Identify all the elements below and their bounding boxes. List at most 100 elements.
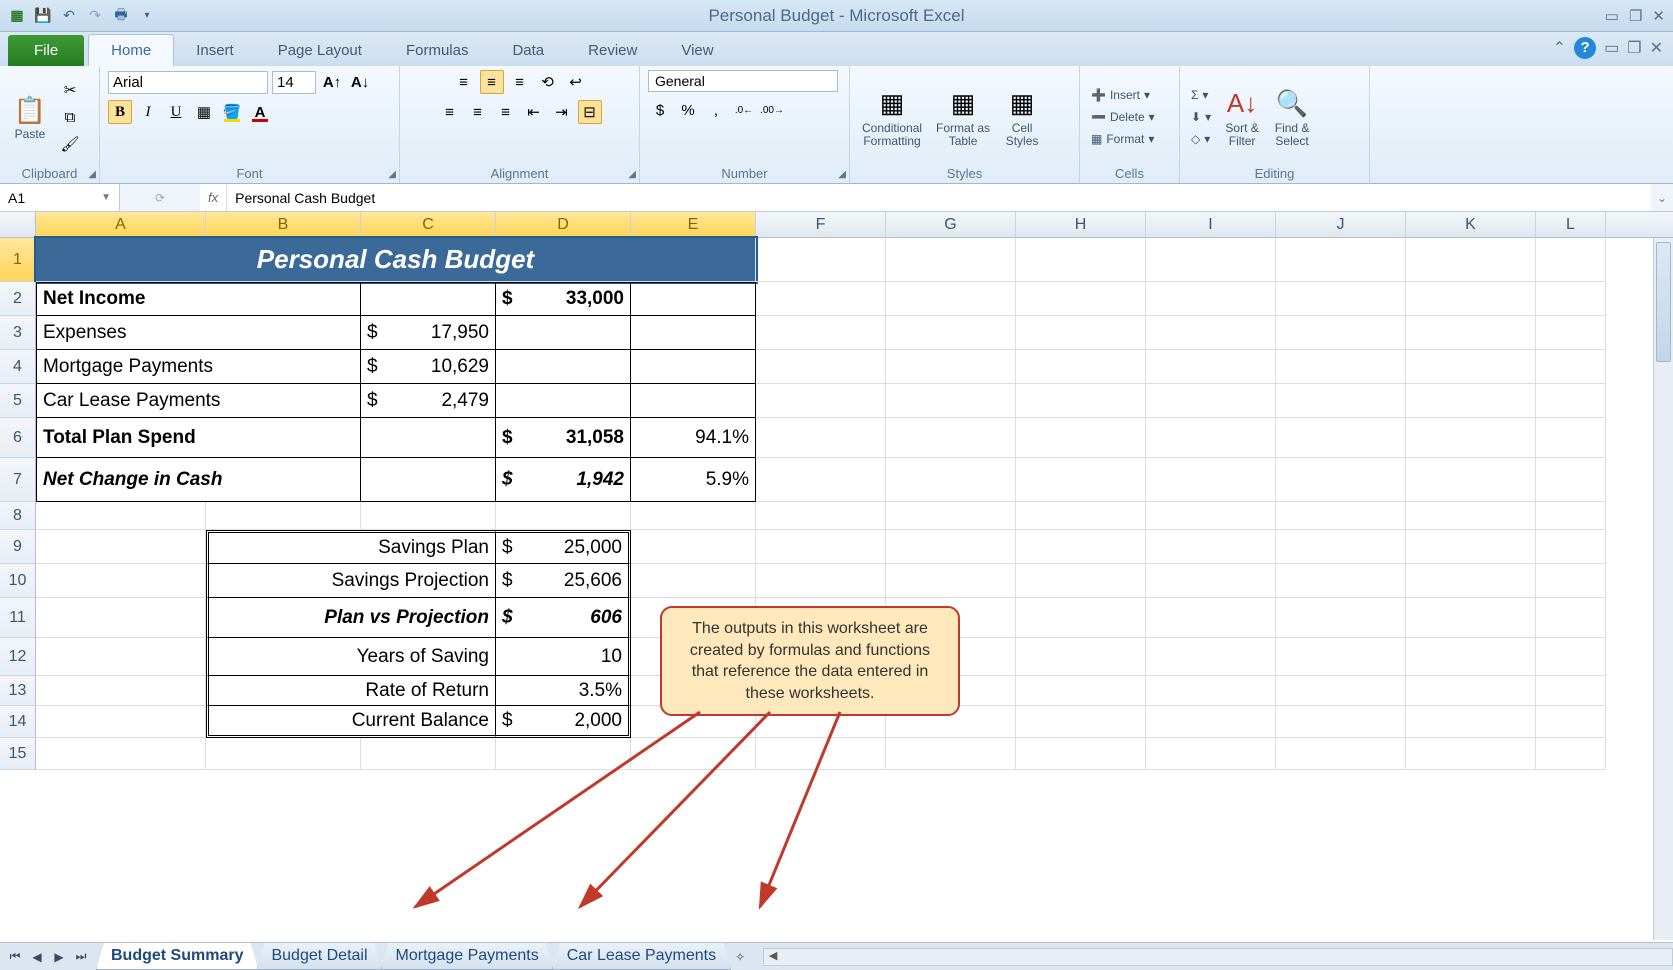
horizontal-scrollbar[interactable]: ◀ (763, 948, 1673, 966)
cell[interactable] (1536, 738, 1606, 770)
cell[interactable] (1406, 418, 1536, 458)
cell[interactable]: Savings Projection (206, 564, 496, 598)
cell[interactable] (496, 384, 631, 418)
align-center-icon[interactable]: ≡ (466, 100, 490, 124)
cell[interactable] (1276, 530, 1406, 564)
grow-font-icon[interactable]: A↑ (320, 70, 344, 94)
cell[interactable]: $31,058 (496, 418, 631, 458)
sheet-tab-budget-summary[interactable]: Budget Summary (96, 943, 258, 970)
cell[interactable]: $33,000 (496, 282, 631, 316)
cell[interactable] (36, 502, 206, 530)
namebox-dropdown-icon[interactable]: ▼ (101, 192, 111, 203)
row-header-5[interactable]: 5 (0, 384, 36, 418)
cell[interactable]: $25,606 (496, 564, 631, 598)
cell[interactable]: 5.9% (631, 458, 756, 502)
worksheet-grid[interactable]: ABCDEFGHIJKL 1Personal Cash Budget2Net I… (0, 212, 1673, 940)
cell[interactable] (1406, 502, 1536, 530)
row-header-15[interactable]: 15 (0, 738, 36, 770)
row-header-8[interactable]: 8 (0, 502, 36, 530)
clear-button[interactable]: ◇▾ (1188, 131, 1214, 147)
cell[interactable] (1016, 598, 1146, 638)
minimize-button[interactable]: ▭ (1603, 7, 1621, 25)
cell[interactable] (1276, 598, 1406, 638)
cell[interactable]: Savings Plan (206, 530, 496, 564)
cell[interactable] (756, 384, 886, 418)
autosum-button[interactable]: Σ▾ (1188, 87, 1214, 103)
delete-cells-button[interactable]: ➖Delete ▾ (1088, 109, 1158, 125)
col-header-E[interactable]: E (631, 212, 756, 237)
row-header-12[interactable]: 12 (0, 638, 36, 676)
clipboard-launcher-icon[interactable]: ◢ (88, 169, 96, 180)
cell[interactable] (1406, 638, 1536, 676)
window-restore-icon[interactable]: ❐ (1627, 38, 1641, 58)
row-header-6[interactable]: 6 (0, 418, 36, 458)
cell[interactable] (886, 350, 1016, 384)
cell[interactable] (36, 638, 206, 676)
cell[interactable] (1406, 350, 1536, 384)
cell[interactable] (36, 738, 206, 770)
cell[interactable]: $1,942 (496, 458, 631, 502)
cell[interactable]: $10,629 (361, 350, 496, 384)
cell[interactable] (886, 418, 1016, 458)
cell[interactable] (1536, 418, 1606, 458)
cell[interactable] (1536, 282, 1606, 316)
italic-button[interactable]: I (136, 100, 160, 124)
cell[interactable] (1276, 350, 1406, 384)
cell[interactable] (361, 282, 496, 316)
copy-icon[interactable]: ⧉ (58, 105, 82, 129)
help-icon[interactable]: ? (1574, 37, 1596, 59)
cell[interactable]: Net Income (36, 282, 361, 316)
cell[interactable] (886, 458, 1016, 502)
cell[interactable] (496, 738, 631, 770)
cell[interactable] (1276, 418, 1406, 458)
cell[interactable] (1146, 238, 1276, 282)
cell[interactable] (631, 350, 756, 384)
borders-icon[interactable]: ▦ (192, 100, 216, 124)
cell[interactable] (496, 502, 631, 530)
cell[interactable] (1536, 458, 1606, 502)
cell[interactable] (1146, 564, 1276, 598)
col-header-F[interactable]: F (756, 212, 886, 237)
font-name-select[interactable] (108, 71, 268, 94)
cell[interactable] (1406, 564, 1536, 598)
col-header-H[interactable]: H (1016, 212, 1146, 237)
number-launcher-icon[interactable]: ◢ (838, 169, 846, 180)
cell[interactable] (496, 316, 631, 350)
col-header-D[interactable]: D (496, 212, 631, 237)
orientation-icon[interactable]: ⟲ (536, 70, 560, 94)
cell[interactable] (361, 418, 496, 458)
comma-icon[interactable]: , (704, 98, 728, 122)
cell[interactable] (206, 502, 361, 530)
cell[interactable] (756, 282, 886, 316)
cell[interactable] (886, 564, 1016, 598)
cell[interactable]: Total Plan Spend (36, 418, 361, 458)
row-header-10[interactable]: 10 (0, 564, 36, 598)
cell[interactable] (1276, 706, 1406, 738)
cell[interactable] (1406, 458, 1536, 502)
cell[interactable] (1536, 638, 1606, 676)
format-as-table-button[interactable]: ▦Format as Table (932, 84, 994, 150)
sheet-prev-icon[interactable]: ◀ (26, 946, 48, 968)
cell[interactable] (1276, 564, 1406, 598)
find-select-button[interactable]: 🔍Find & Select (1270, 84, 1314, 150)
cell[interactable] (1016, 706, 1146, 738)
cell[interactable] (1406, 598, 1536, 638)
cell[interactable] (1146, 502, 1276, 530)
cell-styles-button[interactable]: ▦Cell Styles (1000, 84, 1044, 150)
row-header-2[interactable]: 2 (0, 282, 36, 316)
cell[interactable] (1276, 638, 1406, 676)
cell[interactable]: Rate of Return (206, 676, 496, 706)
bold-button[interactable]: B (108, 100, 132, 124)
percent-icon[interactable]: % (676, 98, 700, 122)
cell[interactable] (1146, 458, 1276, 502)
cell[interactable] (1146, 384, 1276, 418)
cell[interactable] (1146, 418, 1276, 458)
cell[interactable] (756, 458, 886, 502)
cell[interactable] (36, 564, 206, 598)
cell[interactable] (756, 502, 886, 530)
align-right-icon[interactable]: ≡ (494, 100, 518, 124)
cell[interactable] (36, 530, 206, 564)
restore-button[interactable]: ❐ (1627, 7, 1644, 25)
cell[interactable] (1406, 282, 1536, 316)
cell[interactable] (631, 502, 756, 530)
